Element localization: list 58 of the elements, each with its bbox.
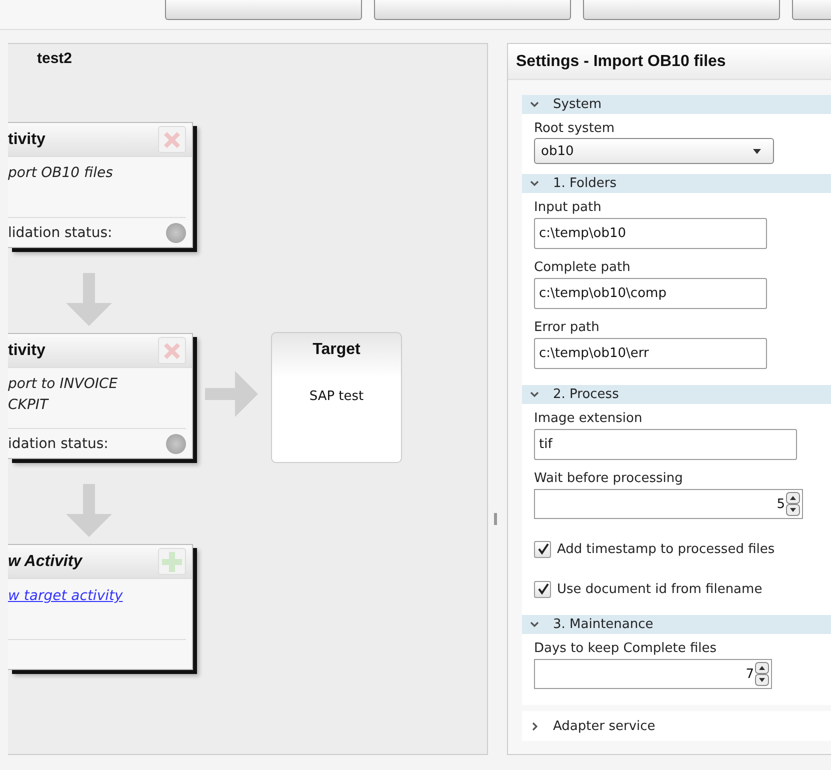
close-icon bbox=[162, 340, 182, 360]
caret-icon bbox=[753, 148, 761, 154]
arrow-right-icon bbox=[205, 371, 258, 417]
chevron-right-icon[interactable] bbox=[530, 722, 539, 730]
checkmark-icon bbox=[536, 583, 548, 595]
validation-status-label: lidation status: bbox=[8, 224, 112, 240]
toolbar-button[interactable] bbox=[583, 0, 780, 20]
field-label: Image extension bbox=[534, 410, 644, 427]
arrow-down-icon bbox=[66, 273, 112, 326]
field-label: Root system bbox=[534, 120, 616, 137]
section-header[interactable]: Adapter service bbox=[522, 711, 831, 741]
toolbar-button[interactable] bbox=[374, 0, 571, 20]
input-field[interactable]: c:\temp\ob10\comp bbox=[534, 278, 767, 309]
chevron-down-icon[interactable] bbox=[530, 100, 539, 109]
activity-description: port to INVOICE CKPIT bbox=[8, 375, 119, 415]
field-label: Error path bbox=[534, 319, 600, 336]
spinner-icon[interactable] bbox=[786, 492, 800, 516]
root-system-dropdown[interactable]: ob10 bbox=[534, 138, 774, 164]
field-label: Input path bbox=[534, 199, 602, 216]
card-title: tivity bbox=[8, 130, 46, 148]
checkbox-label[interactable]: Use document id from filename bbox=[534, 569, 831, 609]
target-title: Target bbox=[312, 341, 360, 359]
field-label: Complete path bbox=[534, 259, 632, 276]
checkbox-label[interactable]: Add timestamp to processed files bbox=[534, 529, 831, 569]
section-header[interactable]: 2. Process bbox=[522, 385, 831, 404]
target-node[interactable]: Target SAP test bbox=[271, 332, 402, 463]
spinner-icon[interactable] bbox=[755, 662, 769, 686]
checkbox[interactable] bbox=[534, 580, 551, 598]
input-field[interactable]: tif bbox=[534, 429, 797, 460]
field-label: Days to keep Complete files bbox=[534, 640, 718, 657]
checkmark-icon bbox=[536, 543, 548, 555]
canvas-title: test2 bbox=[37, 50, 72, 67]
input-field[interactable]: c:\temp\ob10\err bbox=[534, 338, 767, 369]
close-icon bbox=[162, 130, 182, 150]
status-dot bbox=[166, 434, 186, 454]
new-activity-link[interactable]: w target activity bbox=[8, 588, 123, 604]
section-header[interactable]: 3. Maintenance bbox=[522, 615, 831, 634]
input-field[interactable]: c:\temp\ob10 bbox=[534, 218, 767, 249]
section-header[interactable]: 1. Folders bbox=[522, 174, 831, 193]
checkbox[interactable] bbox=[534, 540, 551, 558]
target-system: SAP test bbox=[309, 389, 364, 404]
card-title: w Activity bbox=[8, 552, 82, 570]
settings-title: Settings - Import OB10 files bbox=[508, 44, 831, 80]
chevron-down-icon[interactable] bbox=[530, 390, 539, 399]
status-dot bbox=[166, 222, 186, 242]
chevron-down-icon[interactable] bbox=[530, 179, 539, 188]
number-field[interactable]: 7 bbox=[534, 659, 772, 689]
activity-description: port OB10 files bbox=[8, 164, 114, 183]
card-title: tivity bbox=[8, 342, 46, 360]
field-label: Wait before processing bbox=[534, 470, 684, 487]
plus-icon bbox=[162, 552, 182, 572]
chevron-down-icon[interactable] bbox=[530, 620, 539, 629]
section-header[interactable]: System bbox=[522, 95, 831, 114]
toolbar-button[interactable] bbox=[165, 0, 362, 20]
arrow-down-icon bbox=[66, 484, 112, 537]
number-field[interactable]: 5 bbox=[534, 489, 803, 519]
validation-status-label: idation status: bbox=[8, 436, 108, 452]
splitter-grip[interactable] bbox=[494, 513, 497, 525]
